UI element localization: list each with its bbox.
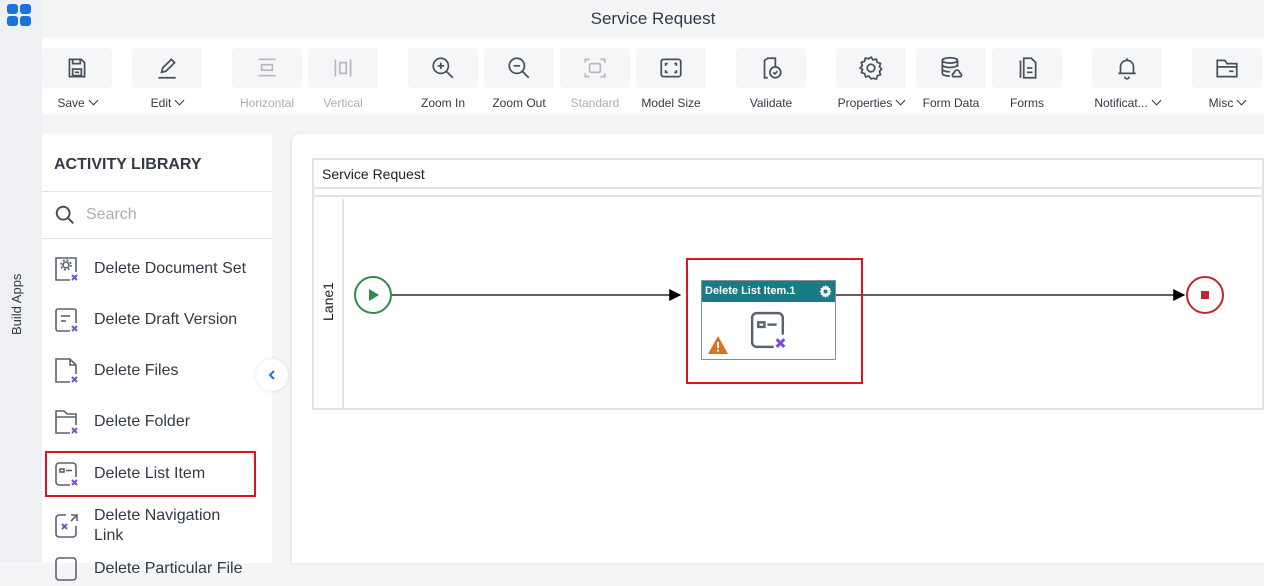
library-item-delete-draft-version[interactable]: Delete Draft Version	[42, 303, 272, 337]
library-item-delete-files[interactable]: Delete Files	[42, 354, 272, 388]
delete-folder-icon	[55, 410, 78, 434]
library-item-delete-folder[interactable]: Delete Folder	[42, 405, 272, 439]
folder-icon	[1216, 59, 1238, 78]
library-item-label: Delete Files	[94, 362, 179, 379]
delete-list-item-icon	[55, 462, 78, 486]
process-canvas[interactable]: Service Request Lane1 Delete List Item.1	[292, 134, 1264, 563]
standard-icon	[584, 58, 606, 78]
vertical-button[interactable]: Vertical	[308, 48, 378, 110]
model-size-button[interactable]: Model Size	[636, 48, 706, 110]
library-item-label: Delete Folder	[94, 413, 191, 430]
edit-label: Edit	[150, 96, 172, 110]
zoom-out-label: Zoom Out	[492, 96, 546, 110]
library-search	[42, 192, 272, 239]
vertical-icon	[334, 59, 352, 77]
delete-files-icon	[55, 358, 78, 383]
start-event[interactable]	[354, 276, 392, 314]
save-icon	[68, 58, 86, 78]
end-event[interactable]	[1186, 276, 1224, 314]
title-bar: Service Request	[42, 0, 1264, 38]
edit-button[interactable]: Edit	[132, 48, 202, 110]
forms-label: Forms	[1010, 96, 1044, 110]
chevron-down-icon	[895, 95, 906, 106]
model-size-icon	[660, 58, 682, 78]
pool[interactable]: Service Request Lane1 Delete List Item.1	[312, 158, 1264, 410]
horizontal-button[interactable]: Horizontal	[232, 48, 302, 110]
delete-draft-version-icon	[55, 308, 78, 332]
validate-label: Validate	[749, 96, 793, 110]
task-list-item-delete-icon	[750, 311, 786, 349]
validate-button[interactable]: Validate	[736, 48, 806, 110]
task-title: Delete List Item.1	[705, 285, 796, 297]
zoom-out-button[interactable]: Zoom Out	[484, 48, 554, 110]
stop-icon	[1201, 291, 1209, 299]
delete-navigation-link-icon	[55, 514, 78, 538]
left-rail: Build Apps	[0, 0, 42, 563]
task-delete-list-item[interactable]: Delete List Item.1	[701, 280, 836, 360]
library-item-label: Delete Document Set	[94, 260, 247, 277]
save-button[interactable]: Save	[42, 48, 112, 110]
zoom-out-icon	[508, 57, 530, 79]
database-icon	[941, 56, 963, 78]
forms-button[interactable]: Forms	[992, 48, 1062, 110]
build-apps-tab[interactable]: Build Apps	[9, 274, 24, 335]
zoom-in-button[interactable]: Zoom In	[408, 48, 478, 110]
notifications-button[interactable]: Notificat...	[1092, 48, 1162, 110]
form-data-button[interactable]: Form Data	[916, 48, 986, 110]
zoom-in-label: Zoom In	[420, 96, 465, 110]
library-item-label: Delete List Item	[94, 465, 206, 482]
task-settings-gear-icon[interactable]	[819, 285, 832, 298]
page-title: Service Request	[590, 9, 716, 28]
properties-label: Properties	[837, 96, 893, 110]
vertical-label: Vertical	[323, 96, 363, 110]
misc-button[interactable]: Misc	[1192, 48, 1262, 110]
horizontal-icon	[258, 58, 276, 77]
library-item-delete-document-set[interactable]: Delete Document Set	[42, 252, 272, 286]
activity-library: ACTIVITY LIBRARY Delete Document Set Del…	[42, 134, 272, 581]
toolbar: Save Edit Horizontal Vertical Zoom In Zo…	[42, 38, 1264, 114]
chevron-down-icon	[174, 95, 185, 106]
library-heading: ACTIVITY LIBRARY	[42, 134, 272, 192]
form-data-label: Form Data	[922, 96, 980, 110]
warning-icon[interactable]	[708, 336, 728, 354]
chevron-down-icon	[1151, 95, 1162, 106]
apps-grid-icon[interactable]	[7, 4, 31, 26]
chevron-down-icon	[1236, 95, 1247, 106]
gear-icon	[858, 55, 883, 81]
horizontal-label: Horizontal	[239, 96, 295, 110]
model-size-label: Model Size	[641, 96, 701, 110]
standard-label: Standard	[570, 96, 620, 110]
library-item-delete-navigation-link[interactable]: Delete Navigation Link	[42, 504, 272, 548]
properties-button[interactable]: Properties	[836, 48, 906, 110]
zoom-in-icon	[432, 57, 454, 79]
search-input[interactable]	[86, 206, 246, 224]
collapse-library-button[interactable]	[256, 359, 288, 391]
chevron-left-icon	[268, 370, 275, 380]
library-item-delete-list-item[interactable]: Delete List Item	[45, 451, 256, 497]
bell-icon	[1118, 58, 1136, 80]
delete-particular-file-icon	[55, 557, 77, 581]
validate-icon	[763, 57, 782, 79]
search-icon	[55, 205, 74, 224]
misc-label: Misc	[1208, 96, 1234, 110]
save-label: Save	[57, 96, 85, 110]
notifications-label: Notificat...	[1094, 96, 1148, 110]
library-item-label: Delete Draft Version	[94, 311, 238, 328]
library-item-delete-particular-file[interactable]: Delete Particular File	[42, 552, 272, 586]
delete-document-set-icon	[55, 257, 78, 281]
standard-button[interactable]: Standard	[560, 48, 630, 110]
chevron-down-icon	[88, 95, 99, 106]
library-item-label: Delete Navigation Link	[94, 507, 221, 544]
forms-icon	[1019, 57, 1037, 79]
edit-icon	[158, 58, 176, 79]
